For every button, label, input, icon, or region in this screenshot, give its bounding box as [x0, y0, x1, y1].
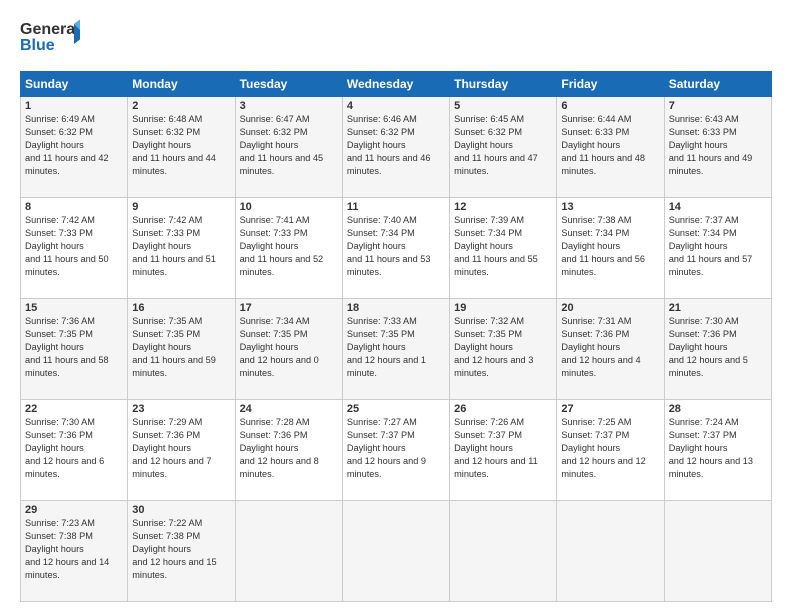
table-row: 28 Sunrise: 7:24 AM Sunset: 7:37 PM Dayl…	[664, 400, 771, 501]
table-row: 18 Sunrise: 7:33 AM Sunset: 7:35 PM Dayl…	[342, 299, 449, 400]
table-row: 16 Sunrise: 7:35 AM Sunset: 7:35 PM Dayl…	[128, 299, 235, 400]
header-sunday: Sunday	[21, 72, 128, 97]
table-row: 13 Sunrise: 7:38 AM Sunset: 7:34 PM Dayl…	[557, 198, 664, 299]
empty-cell	[664, 501, 771, 602]
empty-cell	[235, 501, 342, 602]
table-row: 4 Sunrise: 6:46 AM Sunset: 6:32 PM Dayli…	[342, 97, 449, 198]
calendar-week-row: 22 Sunrise: 7:30 AM Sunset: 7:36 PM Dayl…	[21, 400, 772, 501]
logo: General Blue	[20, 16, 80, 61]
table-row: 11 Sunrise: 7:40 AM Sunset: 7:34 PM Dayl…	[342, 198, 449, 299]
table-row: 26 Sunrise: 7:26 AM Sunset: 7:37 PM Dayl…	[450, 400, 557, 501]
table-row: 23 Sunrise: 7:29 AM Sunset: 7:36 PM Dayl…	[128, 400, 235, 501]
table-row: 6 Sunrise: 6:44 AM Sunset: 6:33 PM Dayli…	[557, 97, 664, 198]
calendar-table: Sunday Monday Tuesday Wednesday Thursday…	[20, 71, 772, 602]
table-row: 21 Sunrise: 7:30 AM Sunset: 7:36 PM Dayl…	[664, 299, 771, 400]
header: General Blue	[20, 16, 772, 61]
table-row: 2 Sunrise: 6:48 AM Sunset: 6:32 PM Dayli…	[128, 97, 235, 198]
calendar-week-row: 29 Sunrise: 7:23 AM Sunset: 7:38 PM Dayl…	[21, 501, 772, 602]
table-row: 19 Sunrise: 7:32 AM Sunset: 7:35 PM Dayl…	[450, 299, 557, 400]
header-friday: Friday	[557, 72, 664, 97]
header-thursday: Thursday	[450, 72, 557, 97]
header-saturday: Saturday	[664, 72, 771, 97]
svg-text:General: General	[20, 21, 80, 38]
table-row: 17 Sunrise: 7:34 AM Sunset: 7:35 PM Dayl…	[235, 299, 342, 400]
empty-cell	[450, 501, 557, 602]
table-row: 12 Sunrise: 7:39 AM Sunset: 7:34 PM Dayl…	[450, 198, 557, 299]
table-row: 14 Sunrise: 7:37 AM Sunset: 7:34 PM Dayl…	[664, 198, 771, 299]
logo-icon: General Blue	[20, 16, 80, 56]
calendar-week-row: 8 Sunrise: 7:42 AM Sunset: 7:33 PM Dayli…	[21, 198, 772, 299]
header-monday: Monday	[128, 72, 235, 97]
table-row: 25 Sunrise: 7:27 AM Sunset: 7:37 PM Dayl…	[342, 400, 449, 501]
table-row: 7 Sunrise: 6:43 AM Sunset: 6:33 PM Dayli…	[664, 97, 771, 198]
table-row: 5 Sunrise: 6:45 AM Sunset: 6:32 PM Dayli…	[450, 97, 557, 198]
days-header-row: Sunday Monday Tuesday Wednesday Thursday…	[21, 72, 772, 97]
svg-text:Blue: Blue	[20, 37, 55, 54]
table-row: 27 Sunrise: 7:25 AM Sunset: 7:37 PM Dayl…	[557, 400, 664, 501]
table-row: 9 Sunrise: 7:42 AM Sunset: 7:33 PM Dayli…	[128, 198, 235, 299]
header-tuesday: Tuesday	[235, 72, 342, 97]
table-row: 30 Sunrise: 7:22 AM Sunset: 7:38 PM Dayl…	[128, 501, 235, 602]
table-row: 24 Sunrise: 7:28 AM Sunset: 7:36 PM Dayl…	[235, 400, 342, 501]
table-row: 22 Sunrise: 7:30 AM Sunset: 7:36 PM Dayl…	[21, 400, 128, 501]
calendar-week-row: 15 Sunrise: 7:36 AM Sunset: 7:35 PM Dayl…	[21, 299, 772, 400]
header-wednesday: Wednesday	[342, 72, 449, 97]
empty-cell	[342, 501, 449, 602]
table-row: 20 Sunrise: 7:31 AM Sunset: 7:36 PM Dayl…	[557, 299, 664, 400]
table-row: 15 Sunrise: 7:36 AM Sunset: 7:35 PM Dayl…	[21, 299, 128, 400]
table-row: 8 Sunrise: 7:42 AM Sunset: 7:33 PM Dayli…	[21, 198, 128, 299]
table-row: 10 Sunrise: 7:41 AM Sunset: 7:33 PM Dayl…	[235, 198, 342, 299]
table-row: 29 Sunrise: 7:23 AM Sunset: 7:38 PM Dayl…	[21, 501, 128, 602]
table-row: 1 Sunrise: 6:49 AM Sunset: 6:32 PM Dayli…	[21, 97, 128, 198]
calendar-week-row: 1 Sunrise: 6:49 AM Sunset: 6:32 PM Dayli…	[21, 97, 772, 198]
empty-cell	[557, 501, 664, 602]
calendar-page: General Blue Sunday Monday Tuesday Wedne…	[0, 0, 792, 612]
table-row: 3 Sunrise: 6:47 AM Sunset: 6:32 PM Dayli…	[235, 97, 342, 198]
